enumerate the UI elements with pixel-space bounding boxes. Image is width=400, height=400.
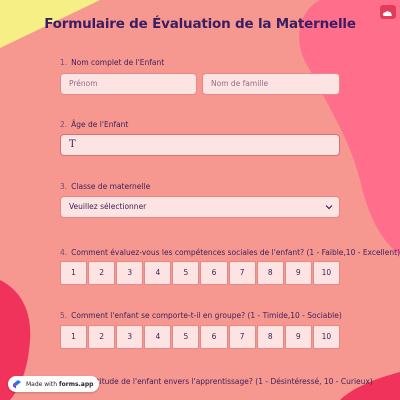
class-select[interactable]: Veuillez sélectionner <box>60 196 340 218</box>
scale-option[interactable]: 10 <box>312 261 340 285</box>
class-select-value: Veuillez sélectionner <box>69 202 147 211</box>
scale-option[interactable]: 6 <box>200 325 228 349</box>
question-1-text: Nom complet de l'Enfant <box>71 58 165 67</box>
scale-option[interactable]: 1 <box>60 261 88 285</box>
scale-option[interactable]: 8 <box>256 325 284 349</box>
question-3-label: 3. Classe de maternelle <box>60 182 150 191</box>
scale-option[interactable]: 9 <box>284 325 312 349</box>
chevron-down-icon <box>325 197 333 225</box>
scale-option[interactable]: 2 <box>88 261 116 285</box>
badge-prefix: Made with <box>26 380 57 388</box>
question-5-text: Comment l'enfant se comporte-t-il en gro… <box>71 311 342 320</box>
scale-option[interactable]: 5 <box>172 261 200 285</box>
badge-brand: forms.app <box>59 380 94 388</box>
forms-app-logo-icon <box>13 380 21 389</box>
question-3-number: 3. <box>60 182 68 191</box>
scale-option[interactable]: 1 <box>60 325 88 349</box>
form-container: Formulaire de Évaluation de la Maternell… <box>0 0 400 400</box>
scale-option[interactable]: 3 <box>116 325 144 349</box>
form-title: Formulaire de Évaluation de la Maternell… <box>44 16 356 32</box>
scale-option[interactable]: 8 <box>256 261 284 285</box>
question-5-number: 5. <box>60 311 68 320</box>
scale-option[interactable]: 5 <box>172 325 200 349</box>
group-behavior-scale: 1 2 3 4 5 6 7 8 9 10 <box>60 325 340 349</box>
scale-option[interactable]: 7 <box>228 325 256 349</box>
scale-option[interactable]: 10 <box>312 325 340 349</box>
first-name-input[interactable]: Prénom <box>60 73 197 95</box>
age-input[interactable]: T <box>60 134 340 156</box>
social-skills-scale: 1 2 3 4 5 6 7 8 9 10 <box>60 261 340 285</box>
question-2-text: Âge de l'Enfant <box>71 120 129 129</box>
scale-option[interactable]: 3 <box>116 261 144 285</box>
made-with-badge[interactable]: Made with forms.app <box>8 376 100 392</box>
scale-option[interactable]: 4 <box>144 325 172 349</box>
question-4-text: Comment évaluez-vous les compétences soc… <box>71 248 400 257</box>
question-3-text: Classe de maternelle <box>71 182 151 191</box>
scale-option[interactable]: 4 <box>144 261 172 285</box>
question-2-number: 2. <box>60 120 68 129</box>
scale-option[interactable]: 2 <box>88 325 116 349</box>
scale-option[interactable]: 9 <box>284 261 312 285</box>
question-4-label: 4. Comment évaluez-vous les compétences s… <box>60 248 400 257</box>
question-4-number: 4. <box>60 248 68 257</box>
question-6-label: 6.est l'attitude de l'enfant envers l'ap… <box>60 377 373 386</box>
question-1-label: 1. Nom complet de l'Enfant <box>60 58 164 67</box>
scale-option[interactable]: 7 <box>228 261 256 285</box>
last-name-input[interactable]: Nom de famille <box>202 73 340 95</box>
question-1-number: 1. <box>60 58 68 67</box>
scale-option[interactable]: 6 <box>200 261 228 285</box>
question-6-text: est l'attitude de l'enfant envers l'appr… <box>71 377 373 386</box>
question-2-label: 2. Âge de l'Enfant <box>60 120 128 129</box>
question-5-label: 5. Comment l'enfant se comporte-t-il en g… <box>60 311 342 320</box>
